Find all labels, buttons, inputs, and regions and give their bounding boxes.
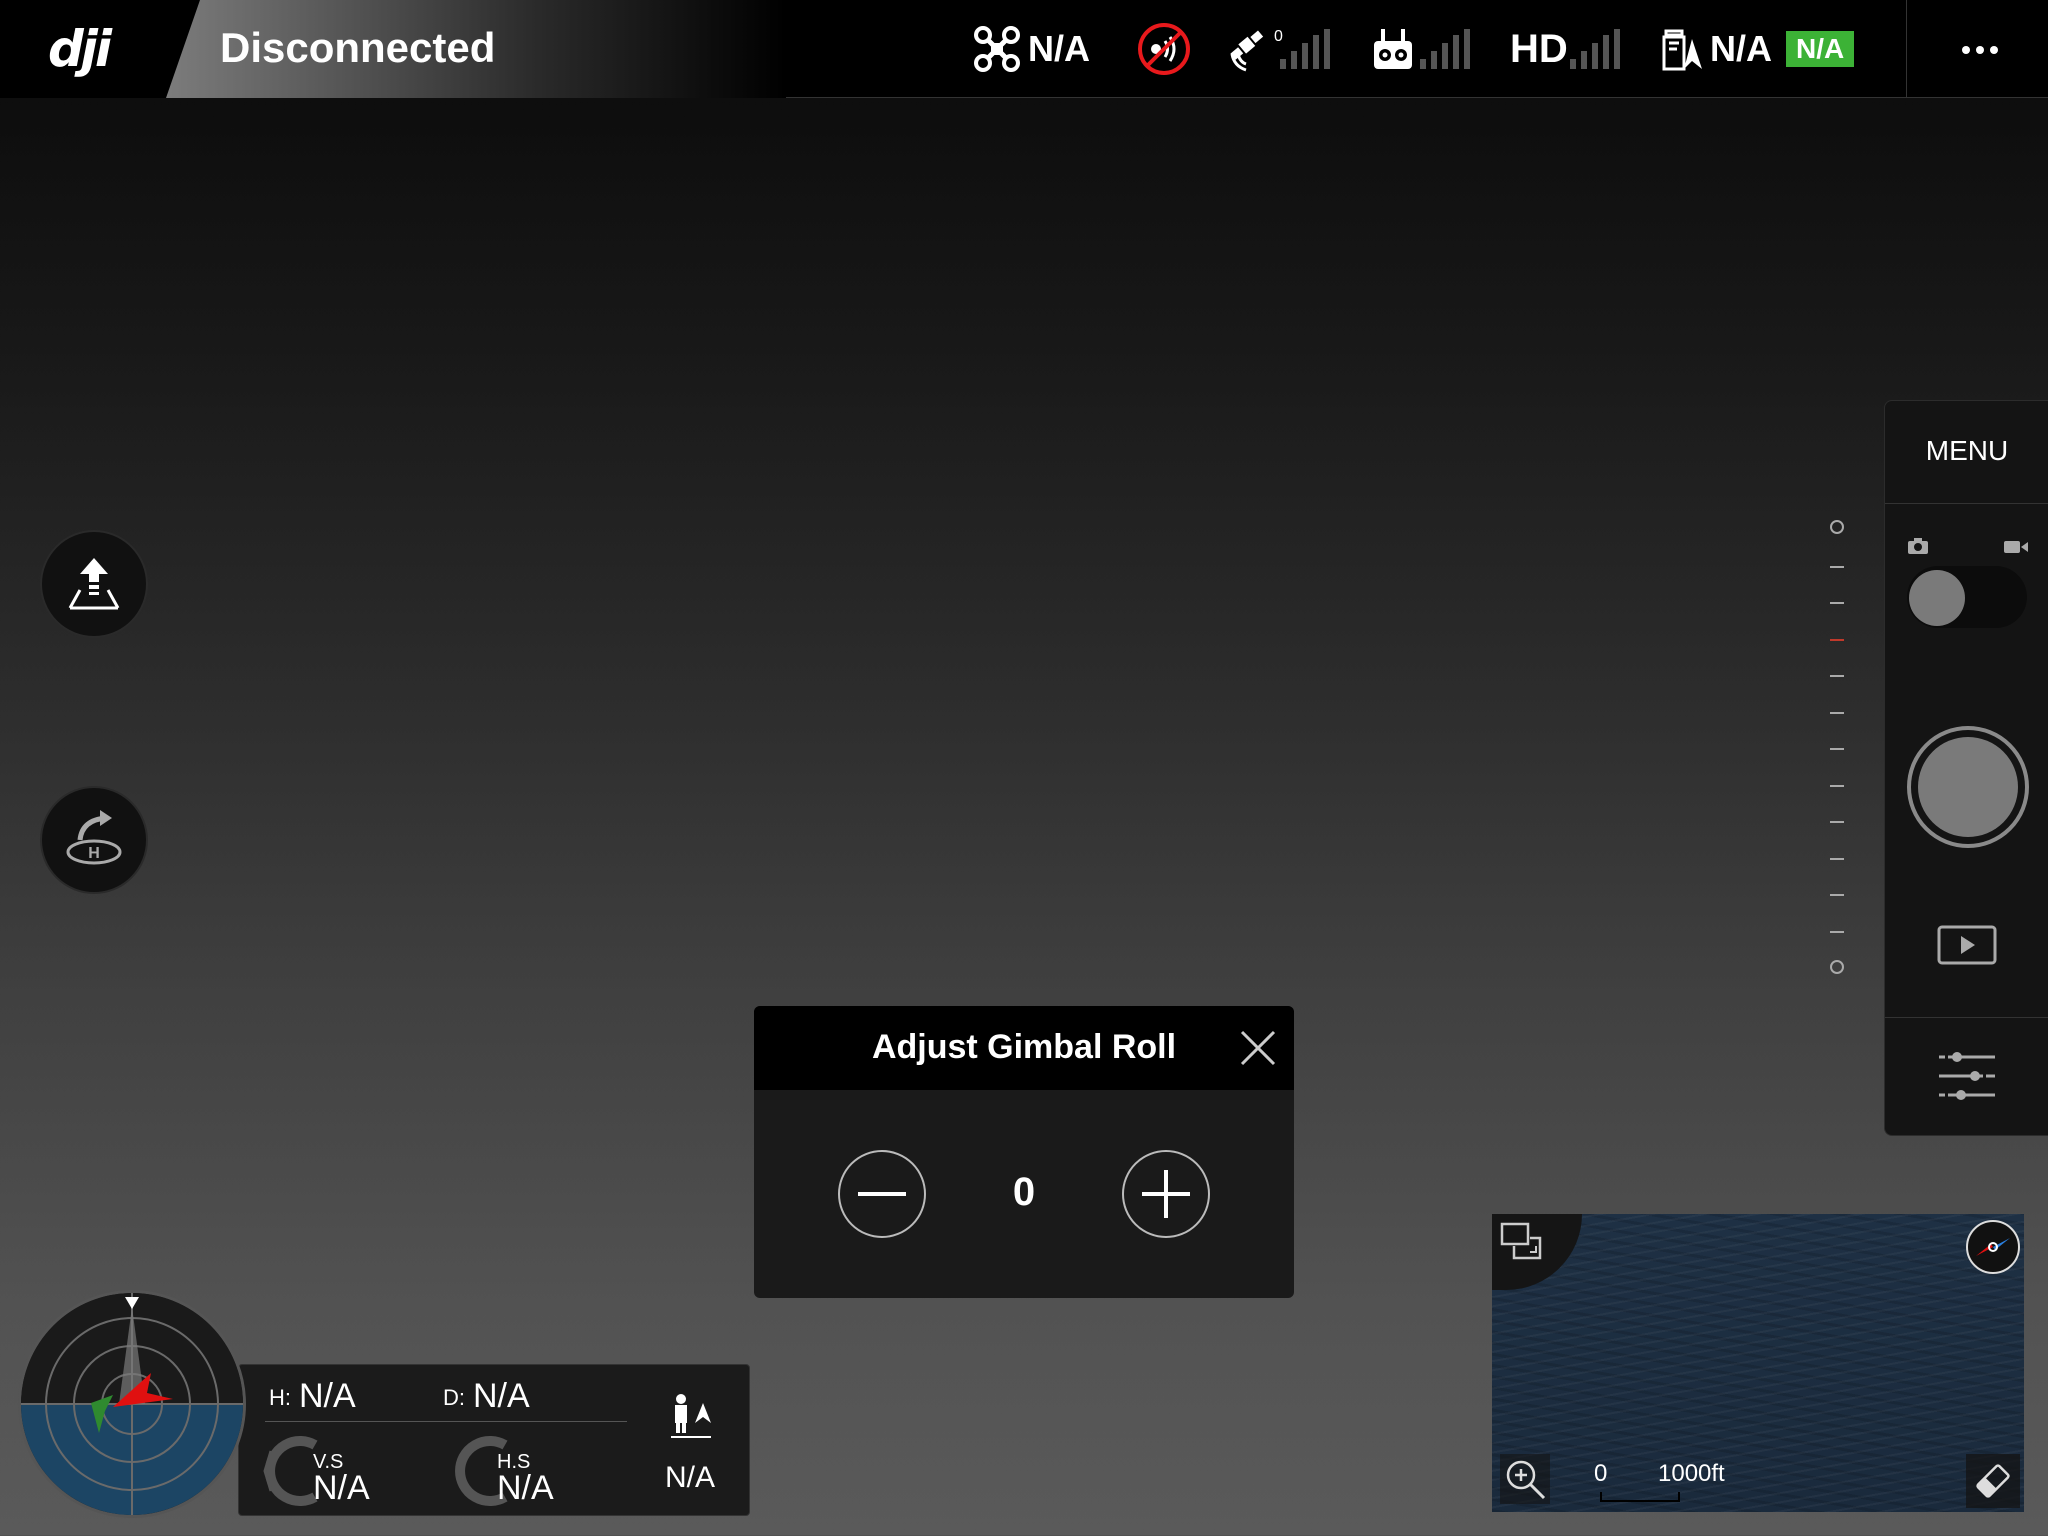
zoom-in-icon [1506,1460,1546,1500]
map-zoom-button[interactable] [1500,1454,1550,1504]
rc-signal-bars [1420,29,1470,69]
map-expand-corner[interactable] [1492,1214,1582,1290]
gps-signal-bars [1280,29,1330,69]
more-settings-button[interactable] [1958,26,2002,70]
gps-status[interactable]: 0 [1228,0,1330,98]
mini-map[interactable]: 0 1000ft [1492,1214,2024,1512]
aircraft-status[interactable]: N/A [972,0,1090,98]
eraser-icon [1976,1464,2010,1498]
satellite-icon [1230,30,1264,72]
ev-scale-top [1830,520,1844,534]
obstacle-sensing-status[interactable] [1136,0,1192,98]
battery-status-text: N/A [1710,28,1772,69]
return-to-home-button[interactable]: H [40,786,148,894]
minus-icon [858,1192,906,1196]
aircraft-status-text: N/A [1028,28,1090,69]
telemetry-divider [265,1421,627,1422]
photo-mode-icon [1908,538,1928,554]
ev-current-marker [1830,639,1844,641]
shutter-inner [1918,737,2018,837]
clear-flight-path-button[interactable] [1966,1454,2020,1508]
vision-positioning-value: N/A [665,1461,716,1494]
ev-tick [1830,858,1844,860]
map-scale-start: 0 [1594,1460,1608,1487]
map-scale-end: 1000ft [1658,1460,1725,1487]
panel-divider [1885,1017,2048,1018]
height-label: H: [269,1385,291,1410]
toggle-knob [1909,570,1965,626]
plus-icon [1142,1170,1190,1218]
drone-icon [974,26,1020,72]
ev-tick [1830,602,1844,604]
ev-scale-bottom [1830,960,1844,974]
remote-controller-icon [1374,29,1412,69]
ev-tick [1830,748,1844,750]
dialog-header: Adjust Gimbal Roll [754,1006,1294,1090]
camera-settings-sliders-icon[interactable] [1937,1047,1997,1105]
smart-battery-icon [1662,29,1702,71]
distance-value: N/A [473,1377,530,1415]
ev-tick [1830,785,1844,787]
video-signal-status[interactable]: HD [1510,0,1620,98]
return-home-icon: H [66,810,122,865]
decrease-roll-button[interactable] [838,1150,926,1238]
takeoff-button[interactable] [40,530,148,638]
compass-icon [1976,1238,2010,1256]
svg-text:H: H [88,845,100,862]
dialog-title: Adjust Gimbal Roll [871,1028,1177,1066]
more-icon [1962,46,1998,54]
photo-video-toggle[interactable] [1907,566,2027,628]
adjust-gimbal-roll-dialog: Adjust Gimbal Roll 0 [754,1006,1294,1298]
obstacle-sensing-off-icon [1138,23,1190,75]
ev-tick [1830,894,1844,896]
close-icon[interactable] [1236,1026,1280,1070]
hd-label: HD [1510,26,1568,71]
gimbal-roll-value: 0 [1012,1170,1036,1214]
battery-status[interactable]: N/A N/A [1660,0,1855,98]
logo-text: dji [48,20,112,78]
topbar-divider [1906,0,1907,98]
connection-status[interactable]: Disconnected [220,24,495,72]
playback-button[interactable] [1937,925,1997,965]
expand-map-icon [1500,1222,1542,1260]
flight-telemetry-panel: H: N/A D: N/A V.S N/A H.S N/A N/A [238,1364,750,1516]
increase-roll-button[interactable] [1122,1150,1210,1238]
ev-tick [1830,712,1844,714]
exposure-scale [1826,520,1848,980]
ev-tick [1830,931,1844,933]
shutter-button[interactable] [1907,726,2029,848]
ev-tick [1830,566,1844,568]
panel-divider [1885,503,2048,504]
ev-tick [1830,821,1844,823]
distance-label: D: [443,1385,465,1410]
vertical-speed-value: N/A [313,1469,370,1507]
horizontal-speed-value: N/A [497,1469,554,1507]
rc-signal-status[interactable] [1372,0,1470,98]
vision-positioning-icon [671,1394,711,1438]
ev-tick [1830,675,1844,677]
map-orientation-button[interactable] [1966,1220,2020,1274]
satellite-count: 0 [1274,28,1283,45]
radar-display [21,1293,243,1515]
battery-percentage-badge: N/A [1786,31,1855,67]
top-status-bar: dji Disconnected N/A 0 HD N/A N/A [0,0,2048,98]
map-scale-bar [1600,1492,1680,1502]
camera-menu-button[interactable]: MENU [1885,435,2048,467]
attitude-radar[interactable] [18,1290,246,1518]
dji-logo[interactable]: dji [0,0,200,98]
camera-control-panel: MENU [1884,400,2048,1136]
height-value: N/A [299,1377,356,1415]
takeoff-icon [68,558,120,610]
video-signal-bars [1569,29,1620,69]
video-mode-icon [2004,541,2028,553]
